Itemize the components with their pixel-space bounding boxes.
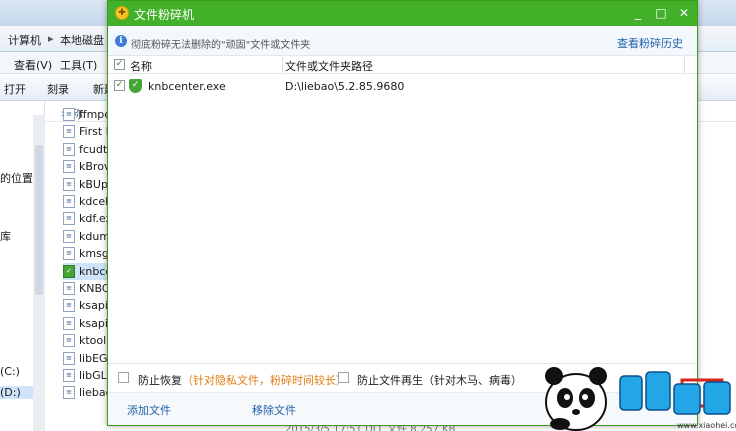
info-icon: i <box>115 35 127 47</box>
file-name: KNBC <box>79 282 110 295</box>
minimize-button[interactable]: _ <box>628 4 648 22</box>
file-icon: ≡ <box>63 195 75 208</box>
maximize-button[interactable]: □ <box>651 4 671 22</box>
shredder-app-icon: ✚ <box>115 6 129 20</box>
nav-item-libraries[interactable]: 库 <box>0 228 11 244</box>
burn-button[interactable]: 刻录 <box>47 81 69 97</box>
file-icon: ≡ <box>63 386 75 400</box>
prevent-recovery-text: 防止恢复 <box>138 374 182 387</box>
row-file-name: knbcenter.exe <box>148 80 226 93</box>
dialog-title: 文件粉碎机 <box>134 8 195 22</box>
column-header-name[interactable]: 名称 <box>130 58 152 74</box>
file-icon: ≡ <box>63 316 75 330</box>
file-icon: ≡ <box>63 334 75 348</box>
column-divider[interactable] <box>282 57 283 73</box>
add-file-button[interactable]: 添加文件 <box>127 402 171 418</box>
nav-item-drive-d[interactable]: (D:) <box>0 386 33 399</box>
open-button[interactable]: 打开 <box>4 81 26 97</box>
menu-view[interactable]: 查看(V) <box>14 57 52 73</box>
file-name: kmsg <box>79 247 109 261</box>
dialog-titlebar[interactable]: ✚ 文件粉碎机 _ □ ✕ <box>108 1 697 26</box>
row-checkbox[interactable]: ✓ <box>114 80 125 91</box>
file-icon: ≡ <box>63 125 75 139</box>
prevent-regeneration-text: 防止文件再生 <box>357 374 423 387</box>
file-icon: ≡ <box>63 299 75 313</box>
breadcrumb-separator-icon: ▸ <box>48 32 54 45</box>
svg-text:www.xiaohei.com: www.xiaohei.com <box>677 421 736 430</box>
close-button[interactable]: ✕ <box>674 4 694 22</box>
file-icon: ≡ <box>63 282 75 295</box>
column-header-path[interactable]: 文件或文件夹路径 <box>285 58 373 74</box>
prevent-regeneration-checkbox[interactable] <box>338 372 349 383</box>
shield-icon: ✓ <box>129 79 142 93</box>
prevent-recovery-checkbox[interactable] <box>118 372 129 383</box>
nav-item-drive-c[interactable]: (C:) <box>0 365 20 378</box>
file-name: kBrov <box>79 160 111 174</box>
file-name: kBUp <box>79 177 108 191</box>
prevent-regeneration-label[interactable]: 防止文件再生（针对木马、病毒） <box>357 372 522 388</box>
prevent-recovery-label[interactable]: 防止恢复（针对隐私文件，粉碎时间较长） <box>138 372 347 388</box>
file-icon: ≡ <box>63 160 75 174</box>
view-history-link[interactable]: 查看粉碎历史 <box>617 35 683 51</box>
nav-item-locations[interactable]: 的位置 <box>0 170 33 186</box>
file-icon: ≡ <box>63 351 75 365</box>
row-file-path: D:\liebao\5.2.85.9680 <box>285 80 405 93</box>
file-icon: ≡ <box>63 247 75 261</box>
select-all-checkbox[interactable]: ✓ <box>114 59 125 70</box>
file-icon: ≡ <box>63 229 75 243</box>
xiaohei-watermark-logo: www.xiaohei.com <box>545 367 736 431</box>
file-icon: ≡ <box>63 369 75 382</box>
file-icon: ≡ <box>63 108 75 121</box>
info-text: 彻底粉碎无法删除的"顽固"文件或文件夹 <box>131 40 311 51</box>
menu-tools[interactable]: 工具(T) <box>60 57 97 73</box>
list-item[interactable]: ✓ ✓ knbcenter.exe D:\liebao\5.2.85.9680 <box>108 77 697 95</box>
nav-scrollbar[interactable] <box>33 115 45 431</box>
scrollbar-thumb[interactable] <box>35 145 43 295</box>
file-icon: ≡ <box>63 142 75 156</box>
breadcrumb-local-disk[interactable]: 本地磁盘 ( <box>60 32 112 48</box>
file-icon: ≡ <box>63 212 75 226</box>
prevent-recovery-hint: （针对隐私文件，粉碎时间较长） <box>182 374 347 387</box>
shield-icon: ✓ <box>63 264 75 278</box>
info-bar: i 彻底粉碎无法删除的"顽固"文件或文件夹 查看粉碎历史 <box>108 26 697 56</box>
list-header: ✓ 名称 文件或文件夹路径 <box>108 56 697 74</box>
breadcrumb-computer[interactable]: 计算机 <box>8 32 41 48</box>
file-name: kdum <box>79 229 111 243</box>
prevent-regeneration-hint: （针对木马、病毒） <box>423 374 522 387</box>
shred-file-list: ✓ ✓ knbcenter.exe D:\liebao\5.2.85.9680 <box>108 75 697 363</box>
column-divider[interactable] <box>684 57 685 73</box>
file-icon: ≡ <box>63 177 75 191</box>
remove-file-button[interactable]: 移除文件 <box>252 402 296 418</box>
